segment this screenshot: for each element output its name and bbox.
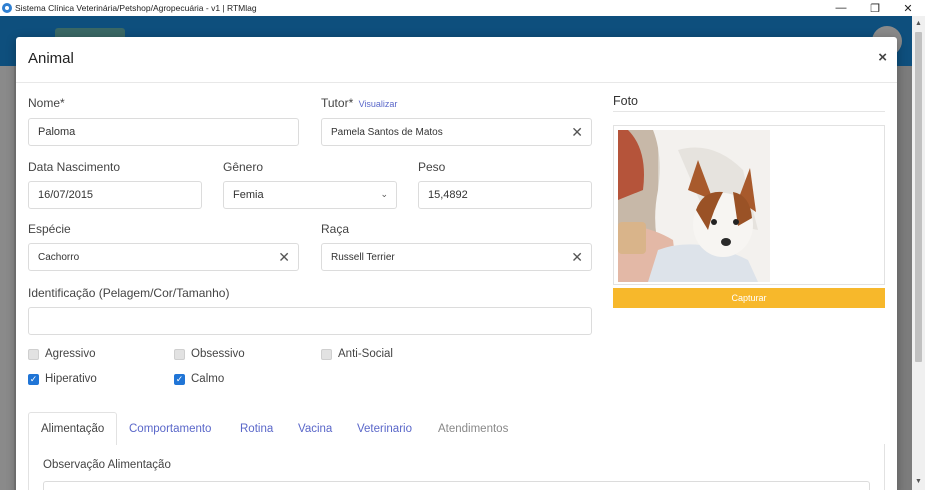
especie-clear-icon[interactable]: ✕ xyxy=(278,249,290,266)
especie-label: Espécie xyxy=(28,222,71,236)
peso-value: 15,4892 xyxy=(428,189,468,201)
divider xyxy=(613,111,885,112)
nascimento-value: 16/07/2015 xyxy=(38,189,94,201)
tutor-label-text: Tutor* xyxy=(321,96,354,110)
window-titlebar: Sistema Clínica Veterinária/Petshop/Agro… xyxy=(0,0,925,16)
tab-rotina[interactable]: Rotina xyxy=(228,412,285,445)
checkbox-label: Calmo xyxy=(191,373,225,385)
modal-header: Animal × xyxy=(16,37,897,83)
window-title: Sistema Clínica Veterinária/Petshop/Agro… xyxy=(15,3,257,13)
tab-comportamento[interactable]: Comportamento xyxy=(117,412,223,445)
checkbox-anti-social[interactable]: Anti-Social xyxy=(321,348,393,360)
nome-value: Paloma xyxy=(38,126,76,138)
raca-label: Raça xyxy=(321,222,350,236)
checkbox-box[interactable] xyxy=(321,348,332,360)
tutor-value: Pamela Santos de Matos xyxy=(331,126,443,138)
especie-value: Cachorro xyxy=(38,251,80,263)
raca-clear-icon[interactable]: ✕ xyxy=(571,249,583,266)
tutor-clear-icon[interactable]: ✕ xyxy=(571,124,583,141)
tab-vacina[interactable]: Vacina xyxy=(286,412,344,445)
tab-bar: Alimentação Comportamento Rotina Vacina … xyxy=(28,412,885,445)
checkbox-label: Obsessivo xyxy=(191,348,245,360)
app-icon xyxy=(2,3,12,13)
animal-photo xyxy=(618,130,770,282)
app-sidebar xyxy=(0,66,14,490)
checkmark-icon[interactable]: ✓ xyxy=(28,373,39,385)
photo-frame xyxy=(613,125,885,285)
raca-select[interactable]: Russell Terrier ✕ xyxy=(321,243,592,271)
tutor-select[interactable]: Pamela Santos de Matos ✕ xyxy=(321,118,592,146)
animal-modal: Animal × Nome* Paloma Tutor* Visualizar … xyxy=(16,37,897,490)
page-scrollbar[interactable]: ▲ ▼ xyxy=(912,16,925,490)
nome-input[interactable]: Paloma xyxy=(28,118,299,146)
genero-select[interactable]: Femia ⌄ xyxy=(223,181,397,209)
scroll-down-icon[interactable]: ▼ xyxy=(912,476,925,488)
tutor-visualizar-link[interactable]: Visualizar xyxy=(359,99,398,109)
genero-value: Femia xyxy=(233,189,264,201)
especie-select[interactable]: Cachorro ✕ xyxy=(28,243,299,271)
nome-label: Nome* xyxy=(28,96,65,110)
checkbox-agressivo[interactable]: Agressivo xyxy=(28,348,96,360)
checkbox-obsessivo[interactable]: Obsessivo xyxy=(174,348,245,360)
checkbox-label: Hiperativo xyxy=(45,373,97,385)
raca-value: Russell Terrier xyxy=(331,251,395,263)
observacao-alimentacao-input[interactable] xyxy=(43,481,870,490)
close-icon[interactable]: × xyxy=(878,49,887,66)
nascimento-input[interactable]: 16/07/2015 xyxy=(28,181,202,209)
scroll-up-icon[interactable]: ▲ xyxy=(912,18,925,30)
tab-atendimentos[interactable]: Atendimentos xyxy=(426,412,520,445)
peso-label: Peso xyxy=(418,160,446,174)
checkbox-box[interactable] xyxy=(174,348,185,360)
genero-label: Gênero xyxy=(223,160,264,174)
tutor-label: Tutor* Visualizar xyxy=(321,96,397,110)
foto-title: Foto xyxy=(613,94,639,108)
window-close-button[interactable]: ✕ xyxy=(891,0,925,16)
peso-input[interactable]: 15,4892 xyxy=(418,181,592,209)
minimize-button[interactable]: — xyxy=(824,0,858,16)
chevron-down-icon: ⌄ xyxy=(380,189,388,199)
tab-alimentacao[interactable]: Alimentação xyxy=(28,412,118,445)
checkbox-label: Anti-Social xyxy=(338,348,393,360)
observacao-alimentacao-label: Observação Alimentação xyxy=(43,459,171,471)
nascimento-label: Data Nascimento xyxy=(28,160,121,174)
checkmark-icon[interactable]: ✓ xyxy=(174,373,185,385)
tab-veterinario[interactable]: Veterinario xyxy=(345,412,424,445)
identificacao-input[interactable] xyxy=(28,307,592,335)
restore-button[interactable]: ❐ xyxy=(858,0,892,16)
checkbox-hiperativo[interactable]: ✓ Hiperativo xyxy=(28,373,97,385)
checkbox-label: Agressivo xyxy=(45,348,96,360)
modal-title: Animal xyxy=(28,50,74,67)
checkbox-calmo[interactable]: ✓ Calmo xyxy=(174,373,224,385)
checkbox-box[interactable] xyxy=(28,348,39,360)
tab-pane-alimentacao: Observação Alimentação xyxy=(28,444,885,490)
identificacao-label: Identificação (Pelagem/Cor/Tamanho) xyxy=(28,286,230,300)
scroll-thumb[interactable] xyxy=(915,32,922,362)
capture-button[interactable]: Capturar xyxy=(613,288,885,308)
